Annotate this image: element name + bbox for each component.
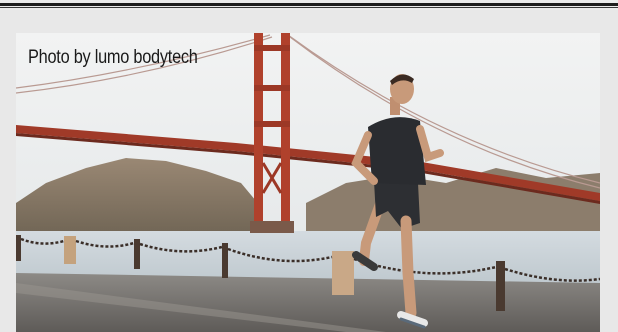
top-rule-thick [0,3,618,6]
top-rule-thin [0,7,618,8]
hero-photo: Photo by lumo bodytech [16,33,600,332]
top-border [0,0,618,10]
photo-illustration [16,33,600,332]
photo-credit: Photo by lumo bodytech [28,47,198,68]
